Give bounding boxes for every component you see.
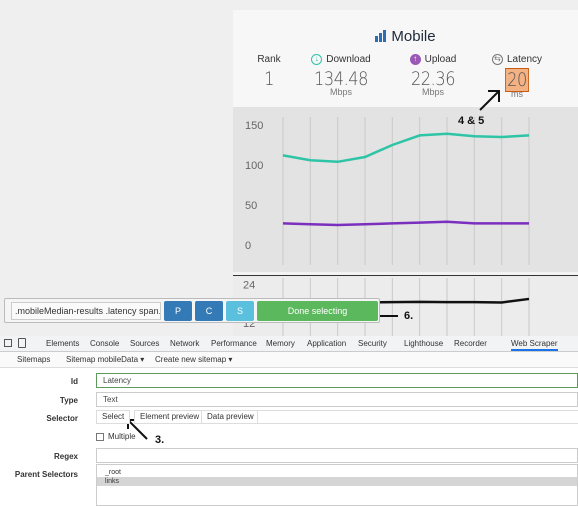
regex-label: Regex (53, 452, 78, 461)
devtools-tab-elements[interactable]: Elements (46, 339, 79, 348)
create-sitemap-dropdown[interactable]: Create new sitemap ▾ (155, 355, 232, 364)
devtools-tab-recorder[interactable]: Recorder (454, 339, 487, 348)
arrow-icon-4-5 (479, 90, 500, 111)
multiple-label: Multiple (108, 432, 136, 441)
select-similar-button[interactable]: S (226, 301, 254, 321)
type-label: Type (59, 396, 78, 405)
web-scraper-nav: Sitemaps Sitemap mobileData ▾ Create new… (0, 352, 578, 368)
devtools-tab-web-scraper[interactable]: Web Scraper (511, 339, 558, 351)
data-preview-button[interactable]: Data preview (201, 410, 260, 424)
select-button[interactable]: Select (96, 410, 131, 424)
regex-input[interactable] (96, 448, 578, 463)
inspect-element-icon[interactable] (4, 339, 12, 347)
sitemaps-nav-item[interactable]: Sitemaps (17, 355, 50, 364)
devtools-tab-memory[interactable]: Memory (266, 339, 295, 348)
devtools-tab-lighthouse[interactable]: Lighthouse (404, 339, 443, 348)
done-selecting-button[interactable]: Done selecting (257, 301, 378, 321)
create-sitemap-label: Create new sitemap (155, 355, 227, 364)
select-child-button[interactable]: C (195, 301, 223, 321)
parent-selectors-list[interactable]: _root links (96, 464, 578, 506)
devtools-tab-performance[interactable]: Performance (211, 339, 257, 348)
annotation-3: 3. (155, 434, 165, 446)
device-toolbar-icon[interactable] (18, 338, 26, 348)
annotation-overlay (127, 90, 500, 440)
annotation-6: 6. (404, 310, 414, 322)
select-parent-button[interactable]: P (164, 301, 192, 321)
caret-down-icon: ▾ (228, 355, 233, 364)
selection-toolbar: .mobileMedian-results .latency span. P C… (4, 298, 380, 323)
annotation-4-5: 4 & 5 (458, 115, 485, 127)
selector-input[interactable] (257, 410, 578, 424)
parent-option-selected[interactable]: links (97, 477, 577, 486)
caret-down-icon: ▾ (140, 355, 145, 364)
selector-label: Selector (46, 414, 78, 423)
devtools-tab-application[interactable]: Application (307, 339, 346, 348)
id-label: Id (70, 377, 78, 386)
sitemap-dropdown[interactable]: Sitemap mobileData ▾ (66, 355, 144, 364)
sitemap-dropdown-label: Sitemap mobileData (66, 355, 139, 364)
element-preview-button[interactable]: Element preview (134, 410, 206, 424)
devtools-tab-network[interactable]: Network (170, 339, 199, 348)
parent-selectors-label: Parent Selectors (14, 470, 78, 479)
id-input[interactable]: Latency (96, 373, 578, 388)
parent-option[interactable]: _root (97, 468, 577, 477)
devtools-tab-bar: Elements Console Sources Network Performance… (0, 336, 578, 352)
selector-path-display[interactable]: .mobileMedian-results .latency span. (11, 302, 161, 320)
devtools-tab-sources[interactable]: Sources (130, 339, 159, 348)
devtools-tab-console[interactable]: Console (90, 339, 119, 348)
type-select[interactable]: Text (96, 392, 578, 407)
multiple-checkbox[interactable] (96, 433, 104, 441)
devtools-tab-security[interactable]: Security (358, 339, 387, 348)
